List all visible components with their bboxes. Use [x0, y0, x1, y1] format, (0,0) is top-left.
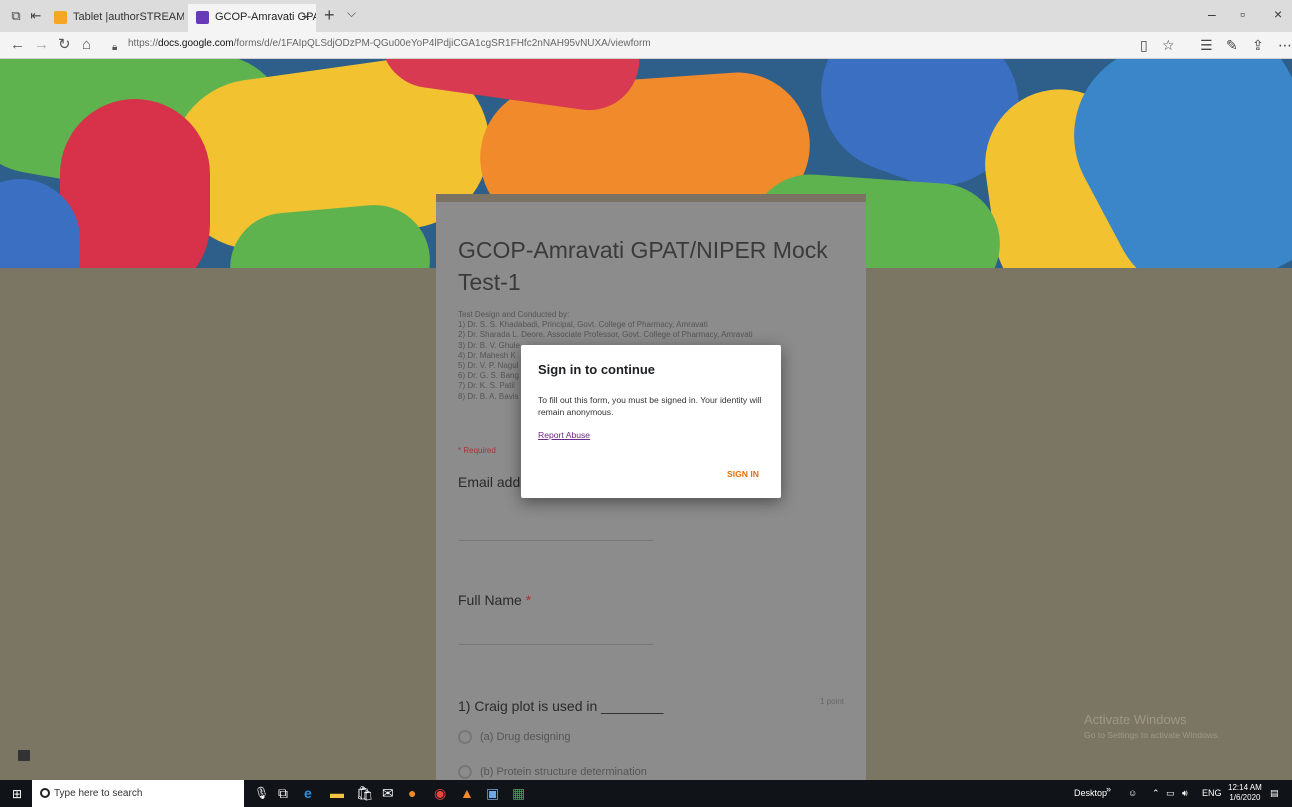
required-note: * Required — [458, 446, 496, 455]
tab-tablet-authorstream[interactable]: Tablet |authorSTREAM — [50, 4, 184, 32]
home-icon[interactable]: ⌂ — [82, 36, 91, 54]
url-path: /forms/d/e/1FAIpQLSdjODzPM-QGu00eYoP4lPd… — [233, 38, 651, 49]
web-note-pen-icon[interactable]: ✎ — [1226, 37, 1238, 53]
required-star: * — [525, 592, 532, 608]
favorite-star-icon[interactable]: ☆ — [1162, 37, 1175, 53]
google-forms-favicon-icon — [196, 10, 209, 24]
input-language[interactable]: ENG — [1202, 788, 1222, 798]
url-field[interactable]: https://docs.google.com/forms/d/e/1FAIpQ… — [128, 38, 651, 49]
option-label: (a) Drug designing — [480, 731, 571, 743]
tab-title: GCOP-Amravati GPAT/N — [215, 11, 316, 23]
tab-close-icon[interactable]: × — [302, 4, 310, 30]
watermark-line-2: Go to Settings to activate Windows. — [1084, 730, 1220, 740]
share-icon[interactable]: ⇪ — [1252, 37, 1264, 53]
tab-actions-icon[interactable]: ⧉ — [8, 8, 24, 24]
dialog-title: Sign in to continue — [538, 362, 655, 377]
toolbar-overflow-icon[interactable]: » — [1106, 784, 1111, 794]
sign-in-button[interactable]: SIGN IN — [727, 469, 759, 479]
reading-view-icon[interactable]: ▯ — [1140, 37, 1148, 53]
radio-button-icon[interactable] — [458, 765, 472, 779]
windows-start-icon[interactable]: ⊞ — [12, 787, 22, 801]
lock-icon: 🔒︎ — [112, 42, 118, 53]
clock-date: 1/6/2020 — [1229, 793, 1261, 802]
address-bar-row: ← → ↻ ⌂ 🔒︎ https://docs.google.com/forms… — [0, 32, 1292, 59]
taskbar-search-box[interactable]: Type here to search — [32, 780, 244, 807]
fullname-input-line[interactable] — [458, 644, 654, 645]
question-1-option-b[interactable]: (b) Protein structure determination — [458, 765, 647, 779]
people-icon[interactable]: ☺ — [1128, 788, 1137, 798]
file-explorer-icon[interactable]: ▬ — [330, 785, 344, 802]
windows-taskbar: ⊞ Type here to search 🎙︎ ⧉ e ▬ 🛍︎ ✉ ● ◉ … — [0, 780, 1292, 807]
sign-in-dialog: Sign in to continue To fill out this for… — [521, 345, 781, 498]
tab-google-form[interactable]: GCOP-Amravati GPAT/N × — [188, 4, 316, 32]
maximize-button[interactable]: ▫ — [1240, 6, 1245, 22]
forward-arrow-icon[interactable]: → — [34, 36, 49, 54]
question-1-points: 1 point — [819, 697, 844, 706]
question-1-label: 1) Craig plot is used in ________ — [458, 698, 664, 714]
mail-icon[interactable]: ✉ — [382, 785, 394, 802]
email-question-label: Email addr — [458, 474, 525, 490]
photos-icon[interactable]: ▣ — [486, 785, 499, 802]
back-arrow-icon[interactable]: ← — [10, 36, 25, 54]
authorstream-favicon-icon — [54, 10, 67, 24]
more-options-icon[interactable]: ⋯ — [1278, 37, 1292, 53]
chrome-icon[interactable]: ◉ — [434, 785, 446, 802]
task-view-icon[interactable]: ⧉ — [278, 785, 288, 802]
refresh-icon[interactable]: ↻ — [58, 36, 71, 54]
tab-title: Tablet |authorSTREAM — [73, 11, 184, 23]
tab-list-chevron-icon[interactable]: ⌵ — [347, 6, 356, 21]
watermark-line-1: Activate Windows — [1084, 712, 1187, 727]
fullname-label-text: Full Name — [458, 592, 522, 608]
option-label: (b) Protein structure determination — [480, 766, 647, 778]
edge-browser-icon[interactable]: e — [304, 785, 312, 802]
clock-time: 12:14 AM — [1228, 783, 1262, 792]
action-center-icon[interactable]: ▤ — [1270, 788, 1279, 799]
form-title: GCOP-Amravati GPAT/NIPER Mock Test-1 — [458, 237, 828, 295]
store-icon[interactable]: 🛍︎ — [356, 785, 374, 802]
question-1-option-a[interactable]: (a) Drug designing — [458, 730, 571, 744]
url-prefix: https:// — [128, 38, 159, 49]
favorites-hub-icon[interactable]: ☰ — [1200, 37, 1213, 53]
close-window-button[interactable]: × — [1274, 6, 1282, 22]
activate-windows-watermark: Activate Windows Go to Settings to activ… — [1084, 712, 1220, 740]
volume-icon[interactable]: 🔊︎ — [1182, 788, 1188, 799]
desktop-toolbar-label[interactable]: Desktop — [1074, 788, 1107, 798]
set-aside-tabs-icon[interactable]: ⇤ — [28, 8, 44, 24]
cortana-circle-icon — [40, 788, 50, 798]
network-icon[interactable]: ▭ — [1166, 788, 1175, 799]
firefox-icon[interactable]: ● — [408, 785, 416, 802]
excel-icon[interactable]: ▦ — [512, 785, 525, 802]
report-abuse-link[interactable]: Report Abuse — [538, 430, 590, 440]
minimize-button[interactable]: – — [1208, 6, 1216, 22]
search-placeholder: Type here to search — [54, 788, 143, 799]
url-host: docs.google.com — [158, 38, 234, 49]
taskbar-clock[interactable]: 12:14 AM 1/6/2020 — [1228, 783, 1262, 803]
browser-tab-bar: ⧉ ⇤ Tablet |authorSTREAM GCOP-Amravati G… — [0, 0, 1292, 32]
new-tab-button[interactable]: + — [324, 6, 335, 24]
dialog-message: To fill out this form, you must be signe… — [538, 395, 762, 417]
microphone-icon[interactable]: 🎙︎ — [254, 785, 269, 802]
feedback-icon[interactable] — [18, 750, 30, 761]
show-hidden-icons-chevron-icon[interactable]: ⌃ — [1152, 788, 1160, 799]
fullname-question-label: Full Name * — [458, 592, 531, 608]
radio-button-icon[interactable] — [458, 730, 472, 744]
vlc-icon[interactable]: ▲ — [460, 785, 474, 802]
email-input-line[interactable] — [458, 540, 654, 541]
